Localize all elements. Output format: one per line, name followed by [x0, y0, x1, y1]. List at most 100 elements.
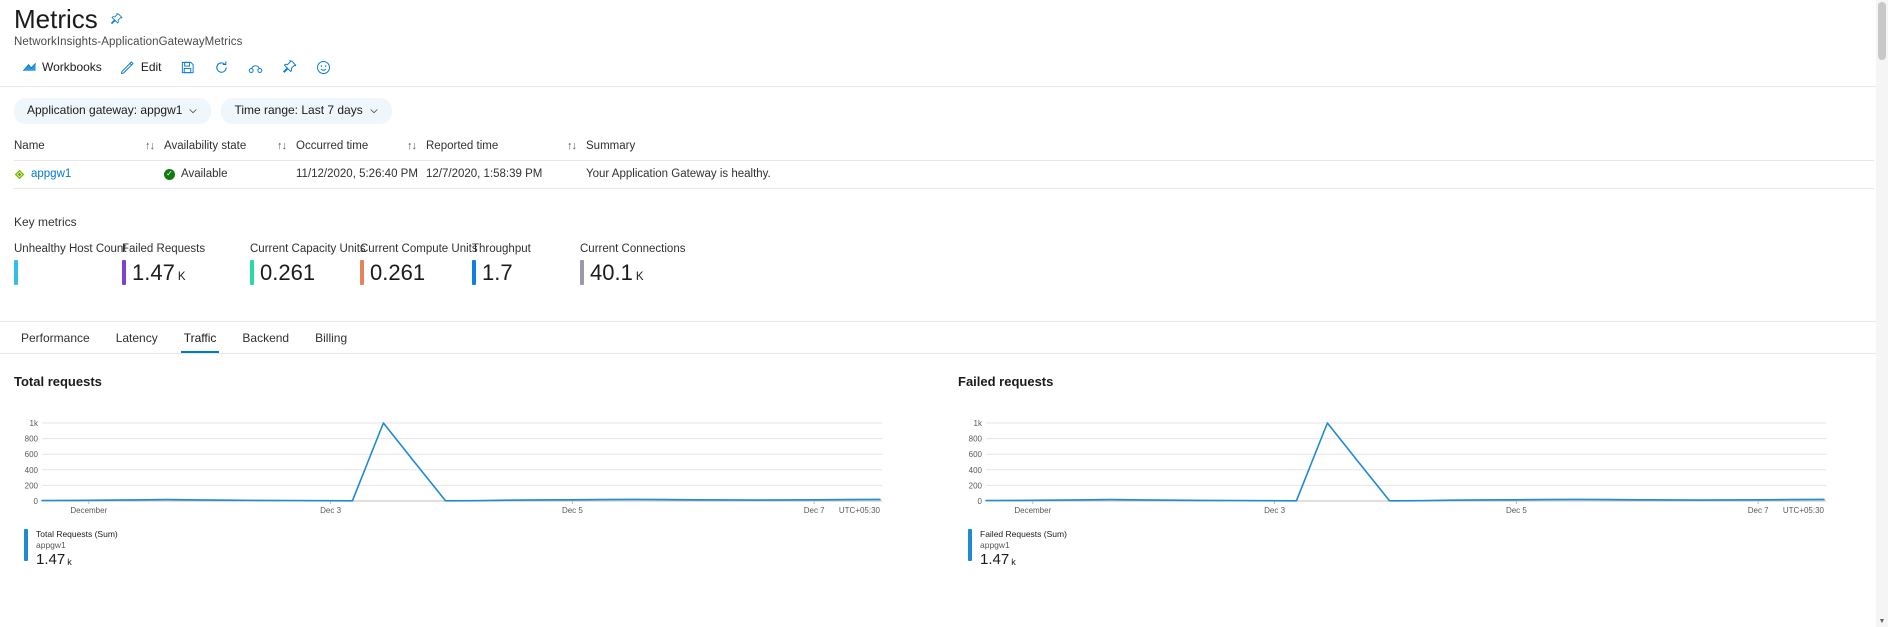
- table-row-divider: [14, 188, 1874, 189]
- key-metrics-row: Unhealthy Host Count Failed Requests 1.4…: [0, 243, 1888, 285]
- toolbar-edit-button[interactable]: Edit: [113, 56, 169, 78]
- chart-title: Failed requests: [958, 374, 1054, 389]
- column-header-name-label: Name: [14, 140, 45, 152]
- scroll-down-arrow[interactable]: ▼: [1876, 615, 1888, 627]
- sort-icon[interactable]: ↑↓: [567, 140, 577, 152]
- column-header-availability-state[interactable]: Availability state ↑↓: [164, 140, 296, 152]
- key-metric-value: 1.47: [132, 260, 175, 285]
- key-metric-label: Failed Requests: [122, 243, 206, 255]
- tab-latency-label: Latency: [115, 331, 158, 345]
- application-gateway-filter-label: Application gateway: appgw1: [27, 103, 183, 117]
- column-header-reported-time-label: Reported time: [426, 140, 499, 152]
- page-title: Metrics: [14, 4, 98, 34]
- svg-text:Dec 3: Dec 3: [320, 506, 341, 515]
- tab-backend[interactable]: Backend: [229, 322, 302, 353]
- toolbar: Workbooks Edit: [0, 48, 1888, 86]
- toolbar-refresh-button[interactable]: [207, 56, 237, 78]
- key-metric-value-row: 1.7: [472, 260, 580, 285]
- chart-title: Total requests: [14, 374, 102, 389]
- cell-name[interactable]: appgw1: [14, 168, 164, 180]
- key-metric-value-row: 1.47 K: [122, 260, 250, 285]
- chart-plot-area[interactable]: 1k 800 600 400 200 0 December Dec 3 Dec 5 Dec 7 UT…: [12, 417, 944, 517]
- svg-text:200: 200: [969, 481, 983, 490]
- tab-latency[interactable]: Latency: [103, 322, 171, 353]
- legend-series-name: Failed Requests (Sum): [980, 529, 1067, 539]
- tab-traffic-label: Traffic: [183, 331, 217, 345]
- tab-traffic[interactable]: Traffic: [171, 322, 230, 353]
- svg-text:Dec 3: Dec 3: [1264, 506, 1285, 515]
- pencil-icon: [120, 59, 136, 75]
- pin-icon[interactable]: [110, 12, 123, 26]
- toolbar-workbooks-label: Workbooks: [42, 60, 102, 74]
- page-scrollbar[interactable]: ▲ ▼: [1876, 0, 1888, 627]
- svg-text:600: 600: [25, 450, 39, 459]
- key-metric-throughput[interactable]: Throughput 1.7: [472, 243, 580, 285]
- chart-plot-area[interactable]: 1k 800 600 400 200 0 December Dec 3 Dec 5 Dec 7 UT…: [956, 417, 1888, 517]
- tab-performance[interactable]: Performance: [8, 322, 103, 353]
- key-metric-failed-requests[interactable]: Failed Requests 1.47 K: [122, 243, 250, 285]
- cell-name-link[interactable]: appgw1: [31, 168, 71, 180]
- key-metric-label: Current Compute Units: [360, 243, 478, 255]
- page-header: Metrics NetworkInsights-ApplicationGatew…: [0, 0, 1888, 48]
- key-metric-current-connections[interactable]: Current Connections 40.1 K: [580, 243, 720, 285]
- column-header-reported-time[interactable]: Reported time ↑↓: [426, 140, 586, 152]
- key-metric-current-capacity-units[interactable]: Current Capacity Units 0.261: [250, 243, 366, 285]
- tab-backend-label: Backend: [242, 331, 290, 345]
- sort-icon[interactable]: ↑↓: [407, 140, 417, 152]
- key-metric-value-row: 0.261: [360, 260, 472, 285]
- status-available-icon: ✓: [164, 168, 175, 180]
- tab-billing[interactable]: Billing: [302, 322, 360, 353]
- time-range-filter[interactable]: Time range: Last 7 days: [221, 98, 392, 124]
- legend-resource-name: appgw1: [980, 540, 1010, 550]
- toolbar-edit-label: Edit: [140, 60, 162, 74]
- chart-legend[interactable]: Total Requests (Sum) appgw1 1.47 k: [12, 529, 944, 568]
- key-metric-label: Current Capacity Units: [250, 243, 366, 255]
- legend-series-name: Total Requests (Sum): [36, 529, 118, 539]
- legend-color-bar: [24, 529, 28, 561]
- column-header-occurred-time[interactable]: Occurred time ↑↓: [296, 140, 426, 152]
- feedback-smiley-icon: [316, 59, 332, 75]
- toolbar-pin-button[interactable]: [275, 56, 305, 78]
- sort-icon[interactable]: ↑↓: [277, 140, 287, 152]
- scroll-thumb[interactable]: [1878, 2, 1886, 60]
- legend-value-row: 1.47 k: [36, 551, 118, 568]
- key-metric-current-compute-units[interactable]: Current Compute Units 0.261: [360, 243, 478, 285]
- legend-value-row: 1.47 k: [980, 551, 1067, 568]
- svg-text:Dec 7: Dec 7: [1748, 506, 1769, 515]
- legend-resource-name: appgw1: [36, 540, 66, 550]
- svg-text:1k: 1k: [974, 419, 983, 428]
- application-gateway-filter[interactable]: Application gateway: appgw1: [14, 98, 212, 124]
- svg-text:400: 400: [969, 466, 983, 475]
- column-header-summary-label: Summary: [586, 140, 636, 152]
- cell-availability-state: ✓ Available: [164, 168, 296, 180]
- key-metric-color-bar: [580, 260, 584, 285]
- tab-performance-label: Performance: [21, 331, 90, 345]
- chart-svg: 1k 800 600 400 200 0 December Dec 3 Dec 5 Dec 7 UT…: [969, 419, 1826, 515]
- svg-text:0: 0: [978, 497, 983, 506]
- refresh-icon: [214, 59, 230, 75]
- column-header-summary[interactable]: Summary: [586, 140, 1006, 152]
- column-header-name[interactable]: Name ↑↓: [14, 140, 164, 152]
- toolbar-share-button[interactable]: [241, 56, 271, 78]
- legend-value: 1.47: [980, 551, 1010, 568]
- save-icon: [180, 59, 196, 75]
- key-metric-color-bar: [122, 260, 126, 285]
- key-metric-color-bar: [14, 260, 18, 285]
- toolbar-feedback-button[interactable]: [309, 56, 339, 78]
- chart-total-requests: Total requests 1k 800 600 400 200 0 December De…: [0, 374, 944, 568]
- cell-availability-state-label: Available: [181, 168, 228, 180]
- chart-legend[interactable]: Failed Requests (Sum) appgw1 1.47 k: [956, 529, 1888, 568]
- key-metric-value: 40.1: [590, 260, 633, 285]
- toolbar-workbooks-button[interactable]: Workbooks: [14, 56, 109, 78]
- key-metric-value: 0.261: [260, 260, 316, 285]
- key-metric-unhealthy-host-count[interactable]: Unhealthy Host Count: [14, 243, 127, 285]
- key-metric-unit: K: [177, 271, 186, 283]
- svg-text:0: 0: [34, 497, 39, 506]
- svg-text:800: 800: [969, 435, 983, 444]
- pin-icon: [282, 59, 298, 75]
- table-row[interactable]: appgw1 ✓ Available 11/12/2020, 5:26:40 P…: [14, 161, 1888, 188]
- sort-icon[interactable]: ↑↓: [145, 140, 155, 152]
- title-row: Metrics: [14, 4, 1888, 34]
- page-subtitle: NetworkInsights-ApplicationGatewayMetric…: [14, 36, 243, 48]
- toolbar-save-button[interactable]: [173, 56, 203, 78]
